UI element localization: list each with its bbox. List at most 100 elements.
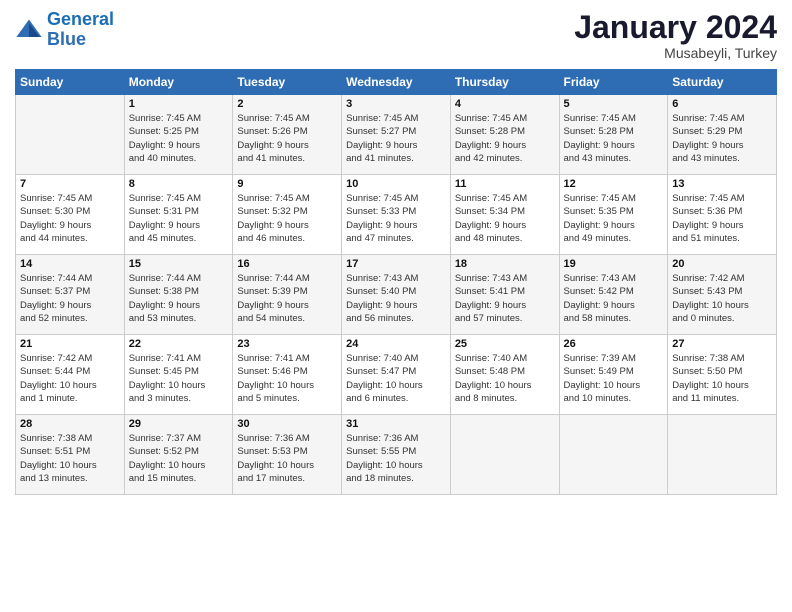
table-row: 26 Sunrise: 7:39 AMSunset: 5:49 PMDayligh…: [559, 335, 668, 415]
day-info: Sunrise: 7:44 AMSunset: 5:37 PMDaylight:…: [20, 272, 120, 325]
table-row: 16 Sunrise: 7:44 AMSunset: 5:39 PMDayligh…: [233, 255, 342, 335]
table-row: 9 Sunrise: 7:45 AMSunset: 5:32 PMDaylight…: [233, 175, 342, 255]
day-number: 20: [672, 258, 772, 270]
table-row: 27Sunrise: 7:38 AMSunset: 5:50 PMDayligh…: [668, 335, 777, 415]
table-row: 28 Sunrise: 7:38 AMSunset: 5:51 PMDayligh…: [16, 415, 125, 495]
table-row: 1 Sunrise: 7:45 AMSunset: 5:25 PMDaylight…: [124, 95, 233, 175]
table-row: 18Sunrise: 7:43 AMSunset: 5:41 PMDayligh…: [450, 255, 559, 335]
day-number: 25: [455, 338, 555, 350]
day-info: Sunrise: 7:41 AMSunset: 5:46 PMDaylight:…: [237, 352, 337, 405]
table-row: [668, 415, 777, 495]
day-info: Sunrise: 7:45 AMSunset: 5:25 PMDaylight:…: [129, 112, 229, 165]
logo-line1: General: [47, 9, 114, 29]
page: General Blue January 2024 Musabeyli, Tur…: [0, 0, 792, 612]
day-number: 3: [346, 98, 446, 110]
day-info: Sunrise: 7:45 AMSunset: 5:28 PMDaylight:…: [455, 112, 555, 165]
day-number: 21: [20, 338, 120, 350]
day-info: Sunrise: 7:38 AMSunset: 5:51 PMDaylight:…: [20, 432, 120, 485]
day-number: 2: [237, 98, 337, 110]
day-info: Sunrise: 7:36 AMSunset: 5:55 PMDaylight:…: [346, 432, 446, 485]
day-number: 16: [237, 258, 337, 270]
table-row: 8 Sunrise: 7:45 AMSunset: 5:31 PMDaylight…: [124, 175, 233, 255]
logo-icon: [15, 16, 43, 44]
day-info: Sunrise: 7:43 AMSunset: 5:40 PMDaylight:…: [346, 272, 446, 325]
table-row: 5Sunrise: 7:45 AMSunset: 5:28 PMDaylight…: [559, 95, 668, 175]
col-friday: Friday: [559, 70, 668, 95]
day-info: Sunrise: 7:45 AMSunset: 5:35 PMDaylight:…: [564, 192, 664, 245]
day-number: 6: [672, 98, 772, 110]
day-info: Sunrise: 7:38 AMSunset: 5:50 PMDaylight:…: [672, 352, 772, 405]
table-row: 15Sunrise: 7:44 AMSunset: 5:38 PMDayligh…: [124, 255, 233, 335]
col-sunday: Sunday: [16, 70, 125, 95]
day-number: 22: [129, 338, 229, 350]
day-info: Sunrise: 7:45 AMSunset: 5:33 PMDaylight:…: [346, 192, 446, 245]
week-row-3: 14 Sunrise: 7:44 AMSunset: 5:37 PMDayligh…: [16, 255, 777, 335]
day-info: Sunrise: 7:40 AMSunset: 5:48 PMDaylight:…: [455, 352, 555, 405]
day-number: 8: [129, 178, 229, 190]
day-number: 9: [237, 178, 337, 190]
table-row: [16, 95, 125, 175]
col-tuesday: Tuesday: [233, 70, 342, 95]
day-info: Sunrise: 7:39 AMSunset: 5:49 PMDaylight:…: [564, 352, 664, 405]
table-row: [450, 415, 559, 495]
table-row: 14 Sunrise: 7:44 AMSunset: 5:37 PMDayligh…: [16, 255, 125, 335]
table-row: 12 Sunrise: 7:45 AMSunset: 5:35 PMDayligh…: [559, 175, 668, 255]
table-row: 21Sunrise: 7:42 AMSunset: 5:44 PMDayligh…: [16, 335, 125, 415]
table-row: 2 Sunrise: 7:45 AMSunset: 5:26 PMDaylight…: [233, 95, 342, 175]
table-row: 31 Sunrise: 7:36 AMSunset: 5:55 PMDayligh…: [342, 415, 451, 495]
day-number: 10: [346, 178, 446, 190]
week-row-5: 28 Sunrise: 7:38 AMSunset: 5:51 PMDayligh…: [16, 415, 777, 495]
day-number: 31: [346, 418, 446, 430]
day-number: 13: [672, 178, 772, 190]
table-row: 11 Sunrise: 7:45 AMSunset: 5:34 PMDayligh…: [450, 175, 559, 255]
table-row: 29Sunrise: 7:37 AMSunset: 5:52 PMDayligh…: [124, 415, 233, 495]
day-number: 18: [455, 258, 555, 270]
table-row: 6Sunrise: 7:45 AMSunset: 5:29 PMDaylight…: [668, 95, 777, 175]
day-number: 19: [564, 258, 664, 270]
day-number: 4: [455, 98, 555, 110]
day-number: 17: [346, 258, 446, 270]
col-wednesday: Wednesday: [342, 70, 451, 95]
day-info: Sunrise: 7:45 AMSunset: 5:26 PMDaylight:…: [237, 112, 337, 165]
week-row-4: 21Sunrise: 7:42 AMSunset: 5:44 PMDayligh…: [16, 335, 777, 415]
table-row: 30 Sunrise: 7:36 AMSunset: 5:53 PMDayligh…: [233, 415, 342, 495]
day-number: 29: [129, 418, 229, 430]
day-number: 11: [455, 178, 555, 190]
table-row: 23 Sunrise: 7:41 AMSunset: 5:46 PMDayligh…: [233, 335, 342, 415]
month-title: January 2024: [574, 10, 777, 45]
day-info: Sunrise: 7:41 AMSunset: 5:45 PMDaylight:…: [129, 352, 229, 405]
col-saturday: Saturday: [668, 70, 777, 95]
table-row: 19 Sunrise: 7:43 AMSunset: 5:42 PMDayligh…: [559, 255, 668, 335]
day-number: 1: [129, 98, 229, 110]
logo: General Blue: [15, 10, 114, 50]
day-number: 23: [237, 338, 337, 350]
table-row: 7 Sunrise: 7:45 AMSunset: 5:30 PMDaylight…: [16, 175, 125, 255]
calendar-table: Sunday Monday Tuesday Wednesday Thursday…: [15, 69, 777, 495]
table-row: 25 Sunrise: 7:40 AMSunset: 5:48 PMDayligh…: [450, 335, 559, 415]
table-row: 13 Sunrise: 7:45 AMSunset: 5:36 PMDayligh…: [668, 175, 777, 255]
table-row: 10 Sunrise: 7:45 AMSunset: 5:33 PMDayligh…: [342, 175, 451, 255]
day-info: Sunrise: 7:36 AMSunset: 5:53 PMDaylight:…: [237, 432, 337, 485]
logo-text: General Blue: [47, 10, 114, 50]
day-number: 14: [20, 258, 120, 270]
day-number: 7: [20, 178, 120, 190]
day-info: Sunrise: 7:45 AMSunset: 5:31 PMDaylight:…: [129, 192, 229, 245]
week-row-1: 1 Sunrise: 7:45 AMSunset: 5:25 PMDaylight…: [16, 95, 777, 175]
day-number: 12: [564, 178, 664, 190]
day-info: Sunrise: 7:45 AMSunset: 5:34 PMDaylight:…: [455, 192, 555, 245]
day-number: 5: [564, 98, 664, 110]
day-number: 30: [237, 418, 337, 430]
day-number: 26: [564, 338, 664, 350]
day-info: Sunrise: 7:43 AMSunset: 5:42 PMDaylight:…: [564, 272, 664, 325]
day-info: Sunrise: 7:45 AMSunset: 5:32 PMDaylight:…: [237, 192, 337, 245]
table-row: 3 Sunrise: 7:45 AMSunset: 5:27 PMDaylight…: [342, 95, 451, 175]
table-row: 22 Sunrise: 7:41 AMSunset: 5:45 PMDayligh…: [124, 335, 233, 415]
day-info: Sunrise: 7:45 AMSunset: 5:36 PMDaylight:…: [672, 192, 772, 245]
day-number: 28: [20, 418, 120, 430]
day-info: Sunrise: 7:44 AMSunset: 5:39 PMDaylight:…: [237, 272, 337, 325]
day-info: Sunrise: 7:45 AMSunset: 5:30 PMDaylight:…: [20, 192, 120, 245]
day-info: Sunrise: 7:45 AMSunset: 5:27 PMDaylight:…: [346, 112, 446, 165]
day-number: 24: [346, 338, 446, 350]
col-thursday: Thursday: [450, 70, 559, 95]
day-info: Sunrise: 7:40 AMSunset: 5:47 PMDaylight:…: [346, 352, 446, 405]
